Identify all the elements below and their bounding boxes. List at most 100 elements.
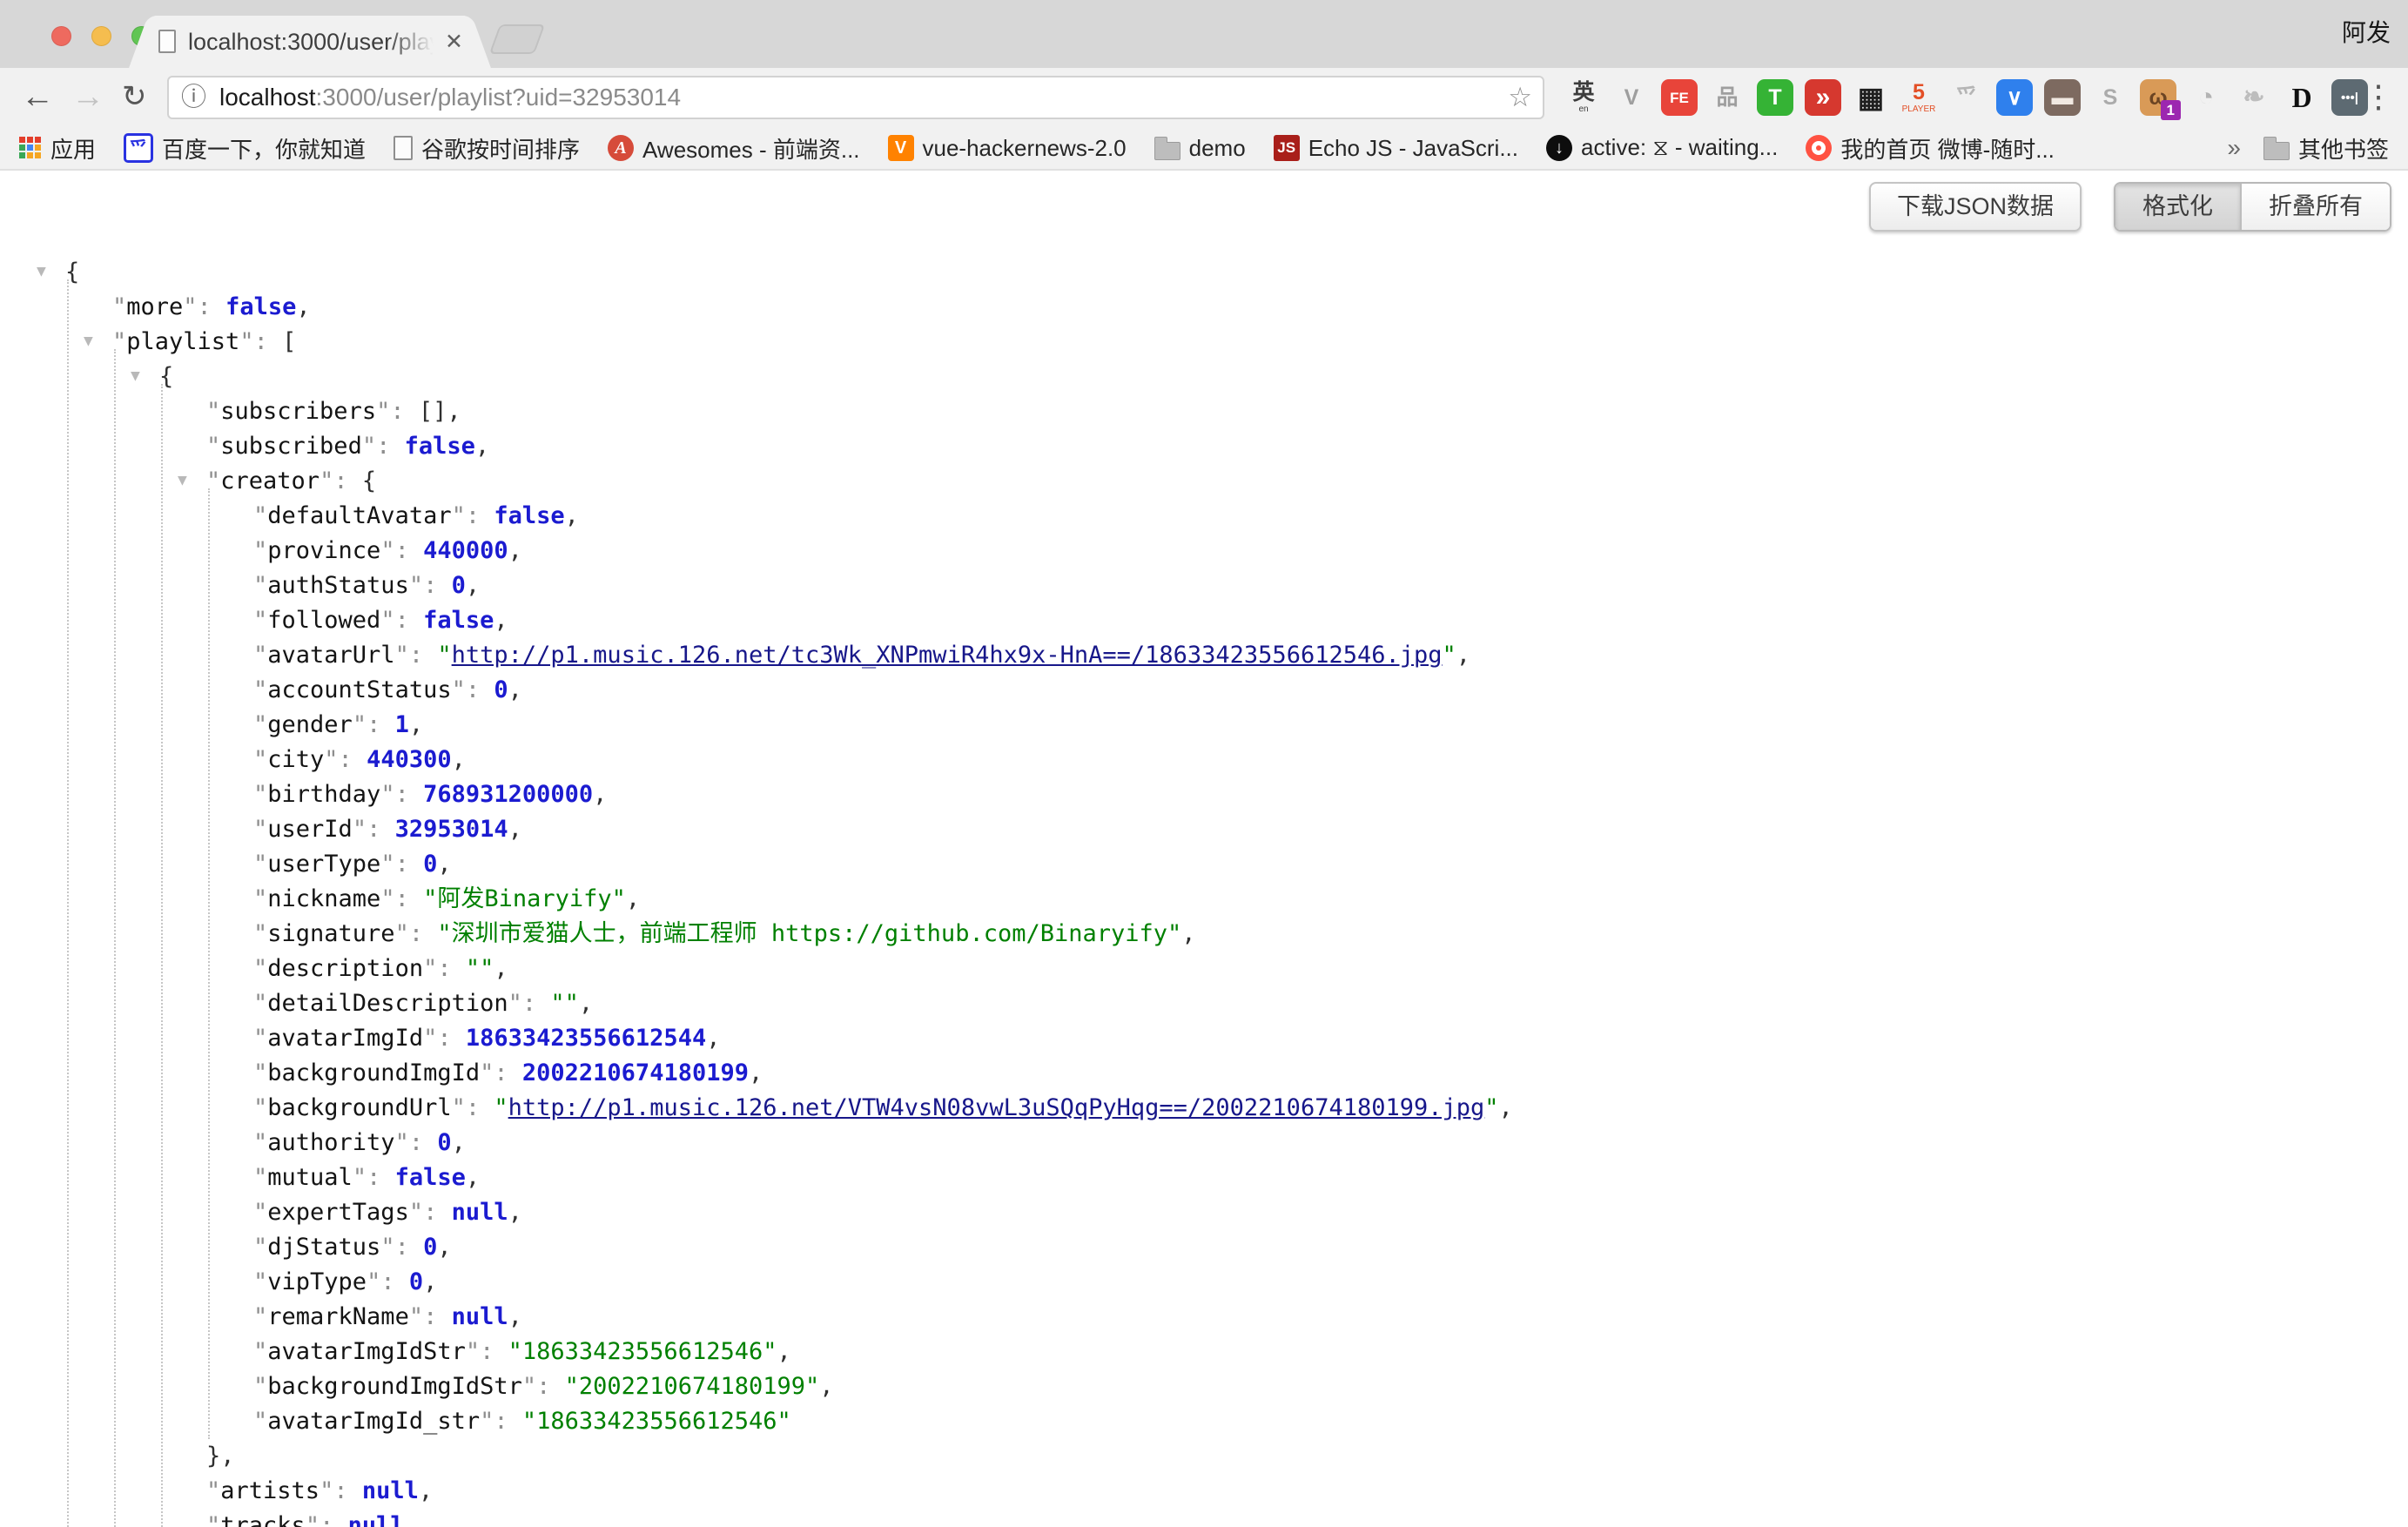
json-token: " [206, 433, 220, 460]
bookmark-item[interactable]: 我的首页 微博-随时... [1806, 132, 2055, 165]
json-token: " [253, 607, 267, 634]
json-token: signature [267, 920, 394, 947]
bird-icon[interactable]: ❧ [2236, 79, 2272, 116]
back-button[interactable]: ← [21, 75, 54, 118]
json-token: , [452, 746, 466, 773]
json-url-link[interactable]: http://p1.music.126.net/VTW4vsN08vwL3uSQ… [508, 1094, 1485, 1121]
json-token: ": [380, 607, 423, 634]
tab-strip: localhost:3000/user/playlist?ui ✕ 阿发 [0, 0, 2408, 68]
vimium-icon[interactable]: ∨ [1996, 79, 2033, 116]
json-line: "backgroundImgId": 2002210674180199, [0, 1056, 2408, 1091]
monkey-icon[interactable]: ω1 [2140, 79, 2176, 116]
json-token: , [437, 1234, 451, 1261]
url-path: :3000/user/playlist?uid=32953014 [316, 84, 682, 111]
address-bar[interactable]: ⓘ localhost:3000/user/playlist?uid=32953… [167, 76, 1544, 119]
fast-forward-icon[interactable]: » [1805, 79, 1841, 116]
json-url-link[interactable]: http://p1.music.126.net/tc3Wk_XNPmwiR4hx… [452, 642, 1443, 669]
close-window-button[interactable] [51, 26, 71, 46]
mask-icon[interactable]: ▬ [2044, 79, 2081, 116]
collapse-toggle-icon[interactable]: ▼ [178, 464, 187, 497]
json-token: , [777, 1338, 790, 1365]
bookmark-item[interactable]: vue-hackernews-2.0 [888, 135, 1127, 162]
extension-glyph: ▬ [2052, 87, 2074, 109]
extension-sublabel: en [1578, 105, 1588, 114]
json-token: false [395, 1164, 466, 1191]
extension-glyph: •••| [2341, 91, 2358, 104]
json-token: mutual [267, 1164, 353, 1191]
bookmark-item[interactable]: Echo JS - JavaScri... [1274, 135, 1518, 162]
json-token: " [253, 955, 267, 982]
json-token: 0 [423, 851, 437, 878]
d-icon[interactable]: D [2284, 79, 2320, 116]
new-tab-button[interactable] [489, 24, 545, 54]
json-token: " [253, 885, 267, 912]
json-token: ": [362, 433, 405, 460]
format-button[interactable]: 格式化 [2115, 184, 2240, 230]
vue-devtools-icon[interactable]: V [1613, 79, 1650, 116]
weibo-eye-icon[interactable]: ◔ [2188, 79, 2224, 116]
json-token: ": [395, 642, 438, 669]
json-token: " [494, 1094, 508, 1121]
collapse-all-button[interactable]: 折叠所有 [2240, 184, 2390, 230]
translate-icon[interactable]: 英en [1565, 79, 1602, 116]
json-token: ": [376, 398, 419, 425]
tab-close-icon[interactable]: ✕ [445, 16, 463, 68]
download-json-button[interactable]: 下载JSON数据 [1869, 182, 2082, 232]
paw-icon[interactable]: 爫 [1948, 79, 1985, 116]
json-token: artists [220, 1477, 319, 1504]
extension-glyph: FE [1670, 91, 1689, 105]
s-icon[interactable]: S [2092, 79, 2129, 116]
collapse-toggle-icon[interactable]: ▼ [131, 360, 140, 393]
extension-glyph: ∨ [2007, 87, 2022, 109]
json-token: "" [550, 990, 579, 1017]
json-token: ": [380, 851, 423, 878]
json-line: ▼"creator": { [0, 464, 2408, 499]
json-token: , [466, 1164, 480, 1191]
extension-glyph: V [1624, 87, 1639, 109]
json-token: defaultAvatar [267, 502, 451, 529]
json-token: " [253, 1025, 267, 1052]
minimize-window-button[interactable] [91, 26, 111, 46]
json-token: 18633423556612544 [466, 1025, 706, 1052]
collapse-toggle-icon[interactable]: ▼ [84, 325, 93, 358]
json-line: "expertTags": null, [0, 1195, 2408, 1230]
apps-grid-icon [19, 137, 42, 159]
bookmark-label: vue-hackernews-2.0 [923, 135, 1127, 162]
sitemap-icon[interactable]: 品 [1709, 79, 1745, 116]
other-bookmarks-folder[interactable]: 其他书签 [2263, 132, 2389, 165]
url-text[interactable]: localhost:3000/user/playlist?uid=3295301… [219, 77, 681, 118]
reload-button[interactable]: ↻ [122, 75, 147, 118]
bookmark-item[interactable]: Awesomes - 前端资... [608, 132, 859, 165]
bookmark-label: 谷歌按时间排序 [421, 132, 580, 165]
json-token: " [253, 1199, 267, 1226]
json-token: ": [409, 1199, 452, 1226]
browser-tab[interactable]: localhost:3000/user/playlist?ui ✕ [150, 16, 470, 68]
json-token: followed [267, 607, 380, 634]
tampermonkey-icon[interactable]: T [1757, 79, 1793, 116]
json-line: "remarkName": null, [0, 1300, 2408, 1335]
collapse-toggle-icon[interactable]: ▼ [37, 255, 46, 288]
json-token: " [253, 851, 267, 878]
html5-player-icon[interactable]: 5PLAYER [1900, 79, 1937, 116]
json-token: "18633423556612546" [508, 1338, 777, 1365]
bookmark-item[interactable]: demo [1154, 135, 1246, 162]
qrcode-icon[interactable]: ▦ [1853, 79, 1889, 116]
json-token: ": [480, 1059, 522, 1086]
bookmark-item[interactable]: active: ⧖ - waiting... [1546, 134, 1778, 162]
bookmark-item[interactable]: 应用 [19, 132, 96, 165]
bookmark-item[interactable]: 谷歌按时间排序 [393, 132, 580, 165]
fe-icon[interactable]: FE [1661, 79, 1698, 116]
browser-menu-icon[interactable]: ⋮ [2363, 75, 2394, 118]
awesome-icon [608, 135, 634, 161]
bookmark-star-icon[interactable]: ☆ [1508, 77, 1532, 118]
bookmarks-right: » 其他书签 [2227, 132, 2389, 165]
json-line: "tracks": null, [0, 1509, 2408, 1527]
bookmarks-overflow-chevron[interactable]: » [2227, 134, 2241, 162]
json-token: ": [380, 885, 423, 912]
other-bookmarks-label: 其他书签 [2298, 132, 2389, 165]
bookmark-item[interactable]: 百度一下，你就知道 [124, 132, 366, 165]
json-token: " [253, 711, 267, 738]
json-token: , [508, 1303, 522, 1330]
echojs-icon [1274, 135, 1300, 161]
page-info-icon[interactable]: ⓘ [181, 77, 206, 118]
